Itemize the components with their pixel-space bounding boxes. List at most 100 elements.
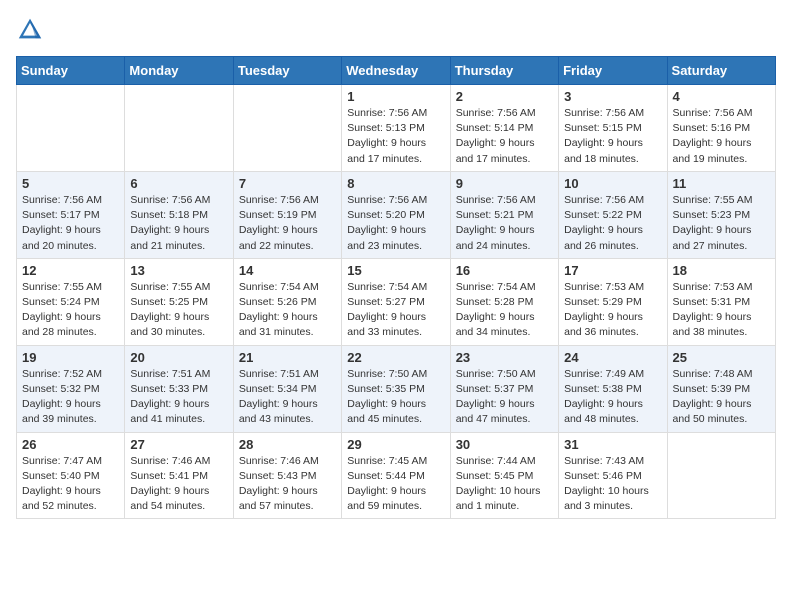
day-info: Sunrise: 7:50 AM Sunset: 5:35 PM Dayligh… (347, 367, 444, 428)
day-number: 9 (456, 176, 553, 191)
day-info: Sunrise: 7:56 AM Sunset: 5:14 PM Dayligh… (456, 106, 553, 167)
calendar-cell: 9Sunrise: 7:56 AM Sunset: 5:21 PM Daylig… (450, 171, 558, 258)
day-info: Sunrise: 7:44 AM Sunset: 5:45 PM Dayligh… (456, 454, 553, 515)
day-info: Sunrise: 7:51 AM Sunset: 5:33 PM Dayligh… (130, 367, 227, 428)
calendar-cell: 16 Sunrise: 7:54 AM Sunset: 5:28 PM Dayli… (450, 258, 558, 345)
calendar-cell: 1 Sunrise: 7:56 AM Sunset: 5:13 PM Daylig… (342, 85, 450, 172)
day-info: Sunrise: 7:52 AM Sunset: 5:32 PM Dayligh… (22, 367, 119, 428)
day-number: 31 (564, 437, 661, 452)
calendar-cell: 3 Sunrise: 7:56 AM Sunset: 5:15 PM Daylig… (559, 85, 667, 172)
weekday-header: Monday (125, 57, 233, 85)
calendar-cell: 13 Sunrise: 7:55 AM Sunset: 5:25 PM Dayli… (125, 258, 233, 345)
calendar-week-row: 26 Sunrise: 7:47 AM Sunset: 5:40 PM Dayli… (17, 432, 776, 519)
day-info: Sunrise: 7:45 AM Sunset: 5:44 PM Dayligh… (347, 454, 444, 515)
day-info: Sunrise: 7:56 AM Sunset: 5:18 PM Dayligh… (130, 193, 227, 254)
day-number: 1 (347, 89, 444, 104)
day-info: Sunrise: 7:43 AM Sunset: 5:46 PM Dayligh… (564, 454, 661, 515)
calendar-cell: 8Sunrise: 7:56 AM Sunset: 5:20 PM Daylig… (342, 171, 450, 258)
calendar-cell: 23Sunrise: 7:50 AM Sunset: 5:37 PM Dayli… (450, 345, 558, 432)
day-number: 7 (239, 176, 336, 191)
day-number: 5 (22, 176, 119, 191)
day-info: Sunrise: 7:55 AM Sunset: 5:25 PM Dayligh… (130, 280, 227, 341)
calendar-week-row: 5 Sunrise: 7:56 AM Sunset: 5:17 PM Daylig… (17, 171, 776, 258)
page-header (16, 16, 776, 44)
weekday-header: Wednesday (342, 57, 450, 85)
day-info: Sunrise: 7:56 AM Sunset: 5:17 PM Dayligh… (22, 193, 119, 254)
day-info: Sunrise: 7:50 AM Sunset: 5:37 PM Dayligh… (456, 367, 553, 428)
calendar-cell (125, 85, 233, 172)
calendar-cell: 4 Sunrise: 7:56 AM Sunset: 5:16 PM Daylig… (667, 85, 775, 172)
day-number: 16 (456, 263, 553, 278)
day-number: 17 (564, 263, 661, 278)
day-number: 15 (347, 263, 444, 278)
calendar-cell: 28 Sunrise: 7:46 AM Sunset: 5:43 PM Dayli… (233, 432, 341, 519)
day-number: 25 (673, 350, 770, 365)
calendar-cell: 15 Sunrise: 7:54 AM Sunset: 5:27 PM Dayli… (342, 258, 450, 345)
calendar-cell: 18Sunrise: 7:53 AM Sunset: 5:31 PM Dayli… (667, 258, 775, 345)
day-info: Sunrise: 7:55 AM Sunset: 5:23 PM Dayligh… (673, 193, 770, 254)
day-info: Sunrise: 7:49 AM Sunset: 5:38 PM Dayligh… (564, 367, 661, 428)
calendar-cell: 31 Sunrise: 7:43 AM Sunset: 5:46 PM Dayli… (559, 432, 667, 519)
calendar-cell: 11 Sunrise: 7:55 AM Sunset: 5:23 PM Dayli… (667, 171, 775, 258)
day-number: 3 (564, 89, 661, 104)
day-number: 13 (130, 263, 227, 278)
calendar-cell: 21 Sunrise: 7:51 AM Sunset: 5:34 PM Dayli… (233, 345, 341, 432)
day-info: Sunrise: 7:47 AM Sunset: 5:40 PM Dayligh… (22, 454, 119, 515)
day-info: Sunrise: 7:56 AM Sunset: 5:16 PM Dayligh… (673, 106, 770, 167)
weekday-header: Sunday (17, 57, 125, 85)
calendar-cell (17, 85, 125, 172)
weekday-header: Tuesday (233, 57, 341, 85)
calendar-cell: 12Sunrise: 7:55 AM Sunset: 5:24 PM Dayli… (17, 258, 125, 345)
calendar-cell: 20 Sunrise: 7:51 AM Sunset: 5:33 PM Dayli… (125, 345, 233, 432)
logo (16, 16, 48, 44)
day-number: 2 (456, 89, 553, 104)
calendar-cell: 10 Sunrise: 7:56 AM Sunset: 5:22 PM Dayli… (559, 171, 667, 258)
calendar-cell (667, 432, 775, 519)
day-number: 20 (130, 350, 227, 365)
day-number: 6 (130, 176, 227, 191)
calendar-cell: 17 Sunrise: 7:53 AM Sunset: 5:29 PM Dayli… (559, 258, 667, 345)
day-number: 4 (673, 89, 770, 104)
weekday-header: Friday (559, 57, 667, 85)
logo-icon (16, 16, 44, 44)
calendar-cell: 22 Sunrise: 7:50 AM Sunset: 5:35 PM Dayli… (342, 345, 450, 432)
day-number: 11 (673, 176, 770, 191)
day-info: Sunrise: 7:54 AM Sunset: 5:28 PM Dayligh… (456, 280, 553, 341)
calendar-week-row: 12Sunrise: 7:55 AM Sunset: 5:24 PM Dayli… (17, 258, 776, 345)
calendar-cell: 2 Sunrise: 7:56 AM Sunset: 5:14 PM Daylig… (450, 85, 558, 172)
calendar-table: SundayMondayTuesdayWednesdayThursdayFrid… (16, 56, 776, 519)
calendar-cell: 27 Sunrise: 7:46 AM Sunset: 5:41 PM Dayli… (125, 432, 233, 519)
day-info: Sunrise: 7:54 AM Sunset: 5:26 PM Dayligh… (239, 280, 336, 341)
calendar-week-row: 19 Sunrise: 7:52 AM Sunset: 5:32 PM Dayli… (17, 345, 776, 432)
day-number: 22 (347, 350, 444, 365)
calendar-cell: 5 Sunrise: 7:56 AM Sunset: 5:17 PM Daylig… (17, 171, 125, 258)
calendar-cell: 6 Sunrise: 7:56 AM Sunset: 5:18 PM Daylig… (125, 171, 233, 258)
day-number: 24 (564, 350, 661, 365)
day-number: 10 (564, 176, 661, 191)
day-info: Sunrise: 7:56 AM Sunset: 5:22 PM Dayligh… (564, 193, 661, 254)
day-number: 14 (239, 263, 336, 278)
day-info: Sunrise: 7:56 AM Sunset: 5:15 PM Dayligh… (564, 106, 661, 167)
day-number: 26 (22, 437, 119, 452)
day-number: 8 (347, 176, 444, 191)
day-number: 30 (456, 437, 553, 452)
day-number: 21 (239, 350, 336, 365)
day-number: 28 (239, 437, 336, 452)
day-number: 29 (347, 437, 444, 452)
day-info: Sunrise: 7:56 AM Sunset: 5:19 PM Dayligh… (239, 193, 336, 254)
day-info: Sunrise: 7:51 AM Sunset: 5:34 PM Dayligh… (239, 367, 336, 428)
day-number: 27 (130, 437, 227, 452)
day-info: Sunrise: 7:54 AM Sunset: 5:27 PM Dayligh… (347, 280, 444, 341)
day-info: Sunrise: 7:46 AM Sunset: 5:43 PM Dayligh… (239, 454, 336, 515)
day-info: Sunrise: 7:56 AM Sunset: 5:13 PM Dayligh… (347, 106, 444, 167)
day-info: Sunrise: 7:53 AM Sunset: 5:29 PM Dayligh… (564, 280, 661, 341)
day-info: Sunrise: 7:48 AM Sunset: 5:39 PM Dayligh… (673, 367, 770, 428)
calendar-cell: 24 Sunrise: 7:49 AM Sunset: 5:38 PM Dayli… (559, 345, 667, 432)
calendar-cell: 29 Sunrise: 7:45 AM Sunset: 5:44 PM Dayli… (342, 432, 450, 519)
day-number: 19 (22, 350, 119, 365)
weekday-header: Thursday (450, 57, 558, 85)
calendar-cell: 26 Sunrise: 7:47 AM Sunset: 5:40 PM Dayli… (17, 432, 125, 519)
calendar-cell: 19 Sunrise: 7:52 AM Sunset: 5:32 PM Dayli… (17, 345, 125, 432)
day-info: Sunrise: 7:46 AM Sunset: 5:41 PM Dayligh… (130, 454, 227, 515)
day-info: Sunrise: 7:55 AM Sunset: 5:24 PM Dayligh… (22, 280, 119, 341)
